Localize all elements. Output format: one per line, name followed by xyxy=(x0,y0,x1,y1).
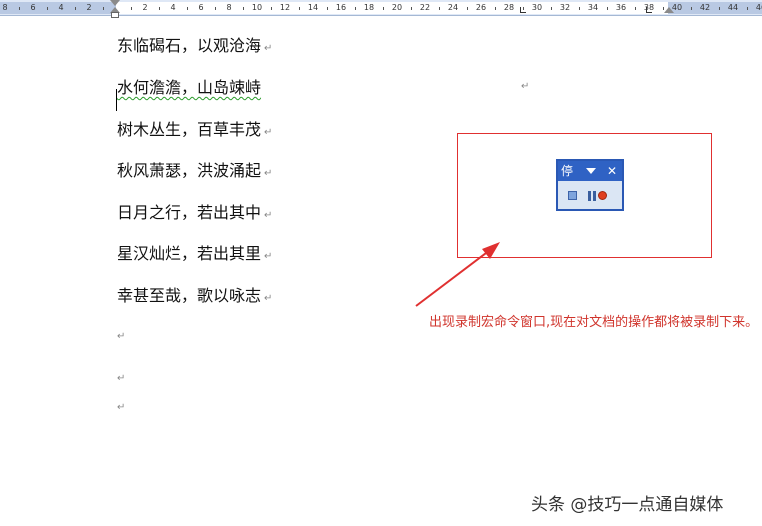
annotation-arrow xyxy=(415,242,500,307)
watermark-text: 头条 @技巧一点通自媒体 xyxy=(531,495,724,515)
annotation-text: 出现录制宏命令窗口,现在对文档的操作都将被录制下来。 xyxy=(429,315,759,330)
